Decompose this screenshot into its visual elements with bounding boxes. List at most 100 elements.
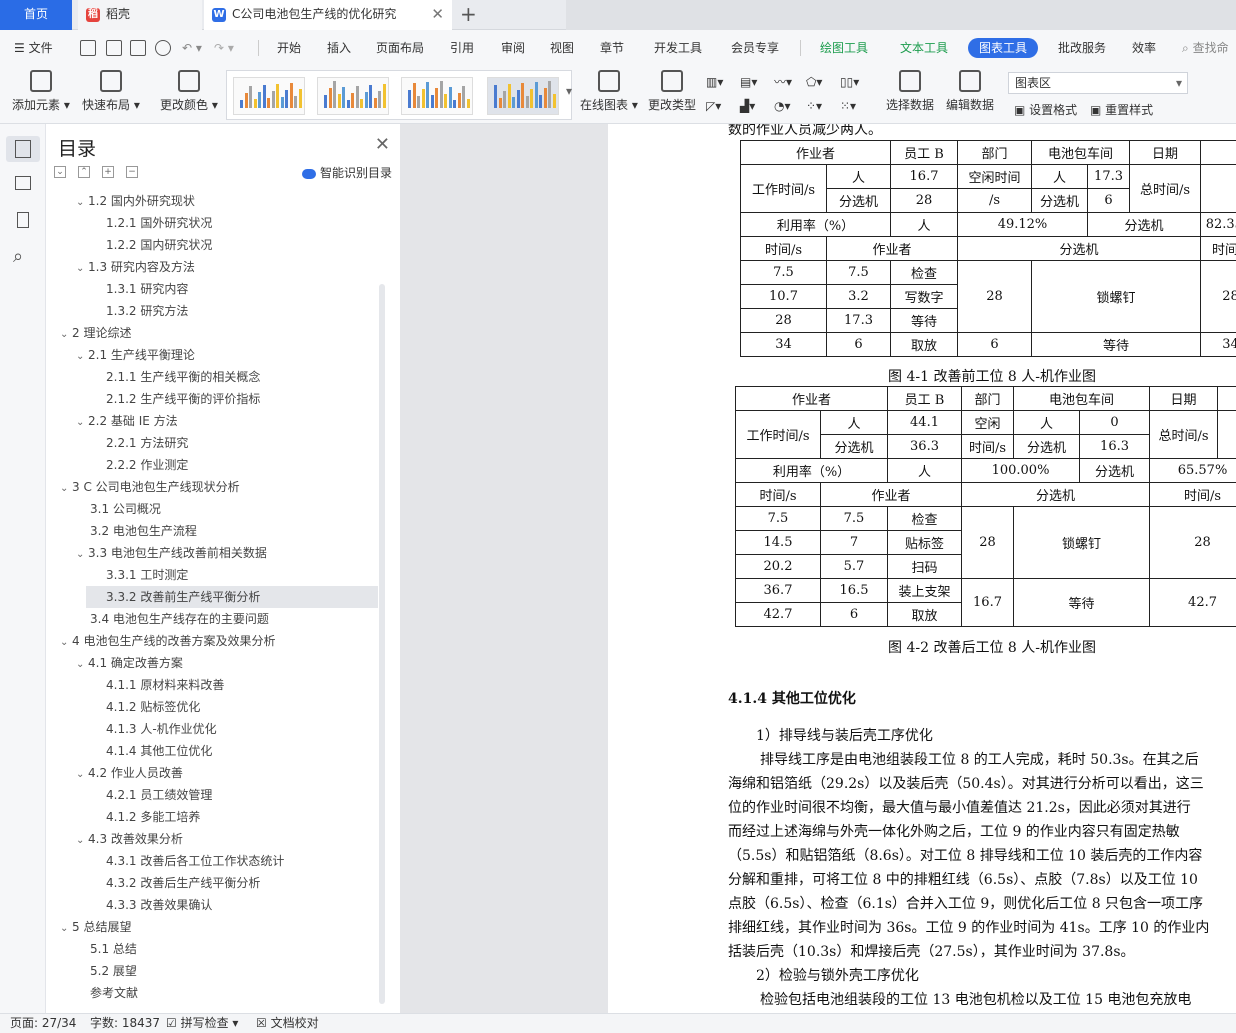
- chevron-down-icon[interactable]: ⌄: [76, 764, 88, 786]
- proofread-button[interactable]: ☒ 文档校对: [256, 1014, 319, 1033]
- menu-correction[interactable]: 批改服务: [1058, 30, 1106, 66]
- chevron-down-icon[interactable]: ⌄: [76, 830, 88, 852]
- menu-developer[interactable]: 开发工具: [654, 30, 702, 66]
- toc-item[interactable]: ⌄ 2.1 生产线平衡理论: [76, 344, 195, 366]
- toc-item[interactable]: 4.2.1 员工绩效管理: [106, 784, 212, 806]
- toc-icon[interactable]: [15, 140, 31, 158]
- toc-item[interactable]: 4.3.1 改善后各工位工作状态统计: [106, 850, 284, 872]
- search-icon[interactable]: ⌕: [13, 246, 33, 267]
- toc-item[interactable]: ⌄ 4 电池包生产线的改善方案及效果分析: [60, 630, 275, 652]
- menu-text-tools[interactable]: 文本工具: [900, 30, 948, 66]
- menu-insert[interactable]: 插入: [327, 30, 351, 66]
- scatter-chart-icon[interactable]: ⁘▾: [806, 96, 822, 116]
- chevron-down-icon[interactable]: ⌄: [60, 918, 72, 940]
- toc-item[interactable]: 2.2.2 作业测定: [106, 454, 188, 476]
- tab-docer[interactable]: 稻 稻壳: [78, 0, 202, 30]
- document-page[interactable]: 数的作业人员减少两人。 作业者 员工 B 部门 电池包车间 日期 工作时间/s …: [608, 124, 1236, 1013]
- toc-item[interactable]: 4.1.1 原材料来料改善: [106, 674, 224, 696]
- close-icon[interactable]: ✕: [375, 134, 390, 155]
- chevron-down-icon[interactable]: ⌄: [76, 192, 88, 214]
- menu-start[interactable]: 开始: [277, 30, 301, 66]
- toc-item[interactable]: ⌄ 4.2 作业人员改善: [76, 762, 183, 784]
- toc-item[interactable]: ⌄ 3.3 电池包生产线改善前相关数据: [76, 542, 267, 564]
- menu-drawing-tools[interactable]: 绘图工具: [820, 30, 868, 66]
- other-chart-icon[interactable]: ⁙▾: [840, 96, 856, 116]
- chart-style-3[interactable]: [401, 77, 473, 115]
- chart-element-select[interactable]: 图表区 ▾: [1008, 72, 1188, 94]
- add-element-button[interactable]: 添加元素 ▾: [12, 70, 70, 113]
- toc-item[interactable]: ⌄ 2.2 基础 IE 方法: [76, 410, 178, 432]
- menu-review[interactable]: 审阅: [501, 30, 525, 66]
- toc-item[interactable]: 3.1 公司概况: [90, 498, 161, 520]
- add-heading-icon[interactable]: +: [102, 166, 114, 178]
- toc-scrollbar[interactable]: [379, 284, 385, 1004]
- chevron-down-icon[interactable]: ⌄: [76, 544, 88, 566]
- toc-item[interactable]: ⌄ 2 理论综述: [60, 322, 131, 344]
- word-count[interactable]: 字数: 18437: [90, 1014, 160, 1033]
- toc-item[interactable]: 1.3.2 研究方法: [106, 300, 188, 322]
- edit-data-button[interactable]: 编辑数据: [946, 70, 994, 113]
- tab-document[interactable]: W C公司电池包生产线的优化研究 ✕: [204, 0, 452, 30]
- toc-item[interactable]: 1.3.1 研究内容: [106, 278, 188, 300]
- toc-item[interactable]: 3.2 电池包生产流程: [90, 520, 197, 542]
- toc-item[interactable]: 4.3.3 改善效果确认: [106, 894, 212, 916]
- select-data-button[interactable]: 选择数据: [886, 70, 934, 113]
- chevron-down-icon[interactable]: ⌄: [60, 324, 72, 346]
- menu-member[interactable]: 会员专享: [731, 30, 779, 66]
- toc-item[interactable]: ⌄ 1.2 国内外研究现状: [76, 190, 195, 212]
- pie-chart-icon[interactable]: ◔▾: [774, 96, 791, 116]
- new-tab-icon[interactable]: +: [460, 0, 477, 28]
- chart-style-1[interactable]: [233, 77, 305, 115]
- file-menu[interactable]: ☰ 文件: [14, 30, 53, 66]
- change-type-button[interactable]: 更改类型: [648, 70, 696, 113]
- close-tab-icon[interactable]: ✕: [431, 0, 444, 29]
- spell-check-button[interactable]: ☑ 拼写检查 ▾: [166, 1014, 238, 1033]
- bar-chart-icon[interactable]: ▥▾: [706, 72, 723, 92]
- search-box[interactable]: ⌕ 查找命: [1182, 30, 1229, 66]
- combo-chart-icon[interactable]: ▟▾: [740, 96, 755, 116]
- gallery-expand-icon[interactable]: ▾: [566, 84, 572, 98]
- chevron-down-icon[interactable]: ⌄: [76, 258, 88, 280]
- chart-style-gallery[interactable]: [226, 70, 572, 120]
- preview-icon[interactable]: [155, 40, 171, 56]
- toc-item[interactable]: 4.1.2 多能工培养: [106, 806, 200, 828]
- change-color-button[interactable]: 更改颜色 ▾: [160, 70, 218, 113]
- menu-chart-tools[interactable]: 图表工具: [968, 38, 1039, 58]
- save-icon[interactable]: [80, 40, 96, 56]
- bookmark-icon[interactable]: [17, 212, 29, 228]
- column-chart-icon[interactable]: ▤▾: [740, 72, 757, 92]
- remove-heading-icon[interactable]: −: [126, 166, 138, 178]
- set-format-button[interactable]: ▣ 设置格式: [1014, 100, 1077, 120]
- redo-icon[interactable]: ↷ ▾: [214, 30, 234, 66]
- toc-item[interactable]: 4.3.2 改善后生产线平衡分析: [106, 872, 260, 894]
- toc-item[interactable]: 1.2.1 国外研究状况: [106, 212, 212, 234]
- print-icon[interactable]: [130, 40, 146, 56]
- toc-item[interactable]: ⌄ 5 总结展望: [60, 916, 131, 938]
- toc-item[interactable]: 4.1.3 人-机作业优化: [106, 718, 217, 740]
- chart-style-4[interactable]: [487, 77, 559, 115]
- smart-toc-button[interactable]: 智能识别目录: [302, 164, 392, 181]
- toc-item[interactable]: 4.1.4 其他工位优化: [106, 740, 212, 762]
- toc-item[interactable]: ⌄ 4.1 确定改善方案: [76, 652, 183, 674]
- toc-item[interactable]: 3.4 电池包生产线存在的主要问题: [90, 608, 269, 630]
- chevron-down-icon[interactable]: ⌄: [76, 346, 88, 368]
- chevron-down-icon[interactable]: ⌄: [76, 412, 88, 434]
- menu-reference[interactable]: 引用: [450, 30, 474, 66]
- radar-chart-icon[interactable]: ⬠▾: [806, 72, 822, 92]
- undo-icon[interactable]: ↶ ▾: [182, 30, 202, 66]
- toc-item[interactable]: 2.1.1 生产线平衡的相关概念: [106, 366, 260, 388]
- toc-item[interactable]: 1.2.2 国内研究状况: [106, 234, 212, 256]
- menu-page-layout[interactable]: 页面布局: [376, 30, 424, 66]
- area-chart-icon[interactable]: ◸▾: [706, 96, 721, 116]
- chevron-down-icon[interactable]: ⌄: [60, 478, 72, 500]
- toc-item[interactable]: 参考文献: [90, 982, 138, 1004]
- toc-item[interactable]: 3.3.1 工时测定: [106, 564, 188, 586]
- menu-view[interactable]: 视图: [550, 30, 574, 66]
- stock-chart-icon[interactable]: ▯▯▾: [840, 72, 859, 92]
- toc-item[interactable]: ⌄ 3 C 公司电池包生产线现状分析: [60, 476, 240, 498]
- menu-efficiency[interactable]: 效率: [1132, 30, 1156, 66]
- toc-item[interactable]: ⌄ 4.3 改善效果分析: [76, 828, 183, 850]
- chart-style-2[interactable]: [317, 77, 389, 115]
- online-chart-button[interactable]: 在线图表 ▾: [580, 70, 638, 113]
- toc-item[interactable]: 4.1.2 贴标签优化: [106, 696, 200, 718]
